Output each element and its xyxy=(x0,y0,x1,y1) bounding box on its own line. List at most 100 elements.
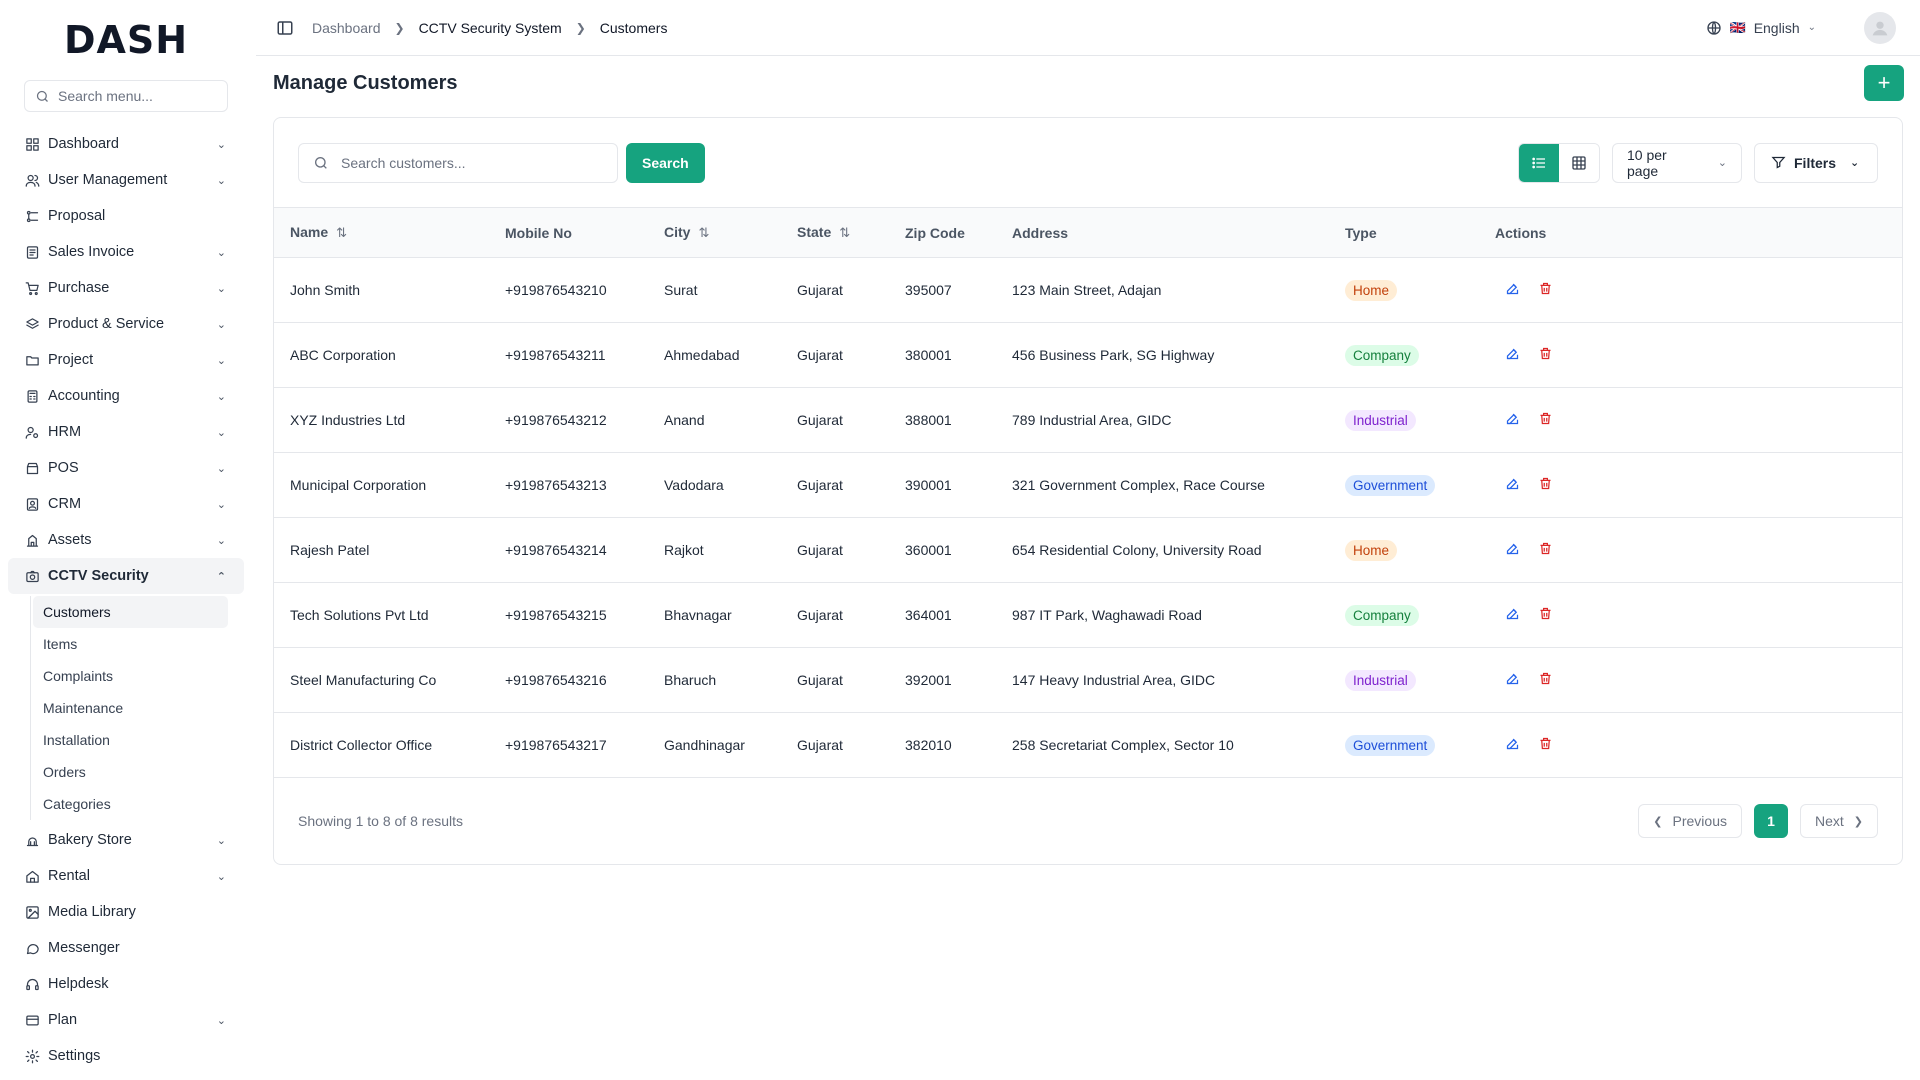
sidebar-item-accounting[interactable]: Accounting ⌄ xyxy=(8,378,244,414)
sidebar-subitem-installation[interactable]: Installation xyxy=(33,724,228,756)
breadcrumb-cctv[interactable]: CCTV Security System xyxy=(419,20,562,36)
home-icon xyxy=(24,868,40,884)
sidebar-item-helpdesk[interactable]: Helpdesk xyxy=(8,966,244,1002)
cell-type: Industrial xyxy=(1329,648,1479,713)
sidebar-item-pos[interactable]: POS ⌄ xyxy=(8,450,244,486)
edit-icon[interactable] xyxy=(1505,281,1520,299)
layers-icon xyxy=(24,316,40,332)
sidebar-subitem-complaints[interactable]: Complaints xyxy=(33,660,228,692)
sidebar-item-proposal[interactable]: Proposal xyxy=(8,198,244,234)
chevron-up-icon: ⌃ xyxy=(216,570,226,583)
cell-type: Company xyxy=(1329,323,1479,388)
col-address: Address xyxy=(996,208,1329,258)
cell-zip: 364001 xyxy=(905,607,952,623)
per-page-value: 10 per page xyxy=(1627,146,1667,179)
sidebar-item-dashboard[interactable]: Dashboard ⌄ xyxy=(8,126,244,162)
edit-icon[interactable] xyxy=(1505,411,1520,429)
sidebar-item-media-library[interactable]: Media Library xyxy=(8,894,244,930)
sidebar-toggle-icon[interactable] xyxy=(276,19,294,37)
sidebar-subitem-orders[interactable]: Orders xyxy=(33,756,228,788)
language-selector[interactable]: 🇬🇧 English ⌄ xyxy=(1706,20,1816,36)
sort-icon[interactable]: ⇅ xyxy=(336,225,347,240)
edit-icon[interactable] xyxy=(1505,736,1520,754)
edit-icon[interactable] xyxy=(1505,346,1520,364)
edit-icon[interactable] xyxy=(1505,541,1520,559)
cell-city: Bhavnagar xyxy=(664,607,732,623)
bakery-icon xyxy=(24,832,40,848)
delete-icon[interactable] xyxy=(1538,411,1553,429)
sort-icon[interactable]: ⇅ xyxy=(698,225,709,240)
delete-icon[interactable] xyxy=(1538,671,1553,689)
sidebar-subitem-categories[interactable]: Categories xyxy=(33,788,228,820)
chevron-right-icon: ❯ xyxy=(575,20,586,35)
delete-icon[interactable] xyxy=(1538,281,1553,299)
col-mobile-label: Mobile No xyxy=(505,224,572,241)
list-view-button[interactable] xyxy=(1519,143,1559,182)
delete-icon[interactable] xyxy=(1538,476,1553,494)
edit-icon[interactable] xyxy=(1505,476,1520,494)
sidebar-item-crm[interactable]: CRM ⌄ xyxy=(8,486,244,522)
sidebar-item-assets[interactable]: Assets ⌄ xyxy=(8,522,244,558)
sidebar-item-label: Purchase xyxy=(48,280,110,296)
customer-search-input[interactable]: Search customers... xyxy=(298,142,618,183)
sidebar-item-settings[interactable]: Settings xyxy=(8,1038,244,1074)
sidebar-item-sales-invoice[interactable]: Sales Invoice ⌄ xyxy=(8,234,244,270)
sidebar-item-plan[interactable]: Plan ⌄ xyxy=(8,1002,244,1038)
sidebar-item-cctv-security[interactable]: CCTV Security ⌃ xyxy=(8,558,244,594)
avatar[interactable] xyxy=(1864,11,1896,44)
cell-city: Vadodara xyxy=(664,477,724,493)
chevron-down-icon: ⌄ xyxy=(1850,157,1860,169)
col-name[interactable]: Name ⇅ xyxy=(274,208,489,258)
chevron-down-icon: ⌄ xyxy=(216,870,226,883)
sidebar-item-label: Dashboard xyxy=(48,136,119,152)
sidebar-item-product-service[interactable]: Product & Service ⌄ xyxy=(8,306,244,342)
sidebar-search[interactable]: Search menu... xyxy=(24,80,228,112)
edit-icon[interactable] xyxy=(1505,671,1520,689)
sidebar-item-user-management[interactable]: User Management ⌄ xyxy=(8,162,244,198)
sidebar-item-label: Rental xyxy=(48,868,90,884)
previous-button[interactable]: ❮ Previous xyxy=(1638,804,1742,838)
sidebar-item-purchase[interactable]: Purchase ⌄ xyxy=(8,270,244,306)
sidebar: DASH Search menu... Dashboard ⌄ User Manag… xyxy=(0,0,252,1080)
page-button-1[interactable]: 1 xyxy=(1753,804,1788,838)
sidebar-item-rental[interactable]: Rental ⌄ xyxy=(8,858,244,894)
grid-view-button[interactable] xyxy=(1559,143,1599,182)
chevron-right-icon: ❯ xyxy=(394,20,405,35)
type-badge: Government xyxy=(1345,734,1436,756)
next-button[interactable]: Next ❯ xyxy=(1799,804,1878,838)
filters-button[interactable]: Filters ⌄ xyxy=(1754,142,1878,183)
edit-icon[interactable] xyxy=(1505,606,1520,624)
delete-icon[interactable] xyxy=(1538,606,1553,624)
sidebar-subitem-items[interactable]: Items xyxy=(33,628,228,660)
sidebar-item-messenger[interactable]: Messenger xyxy=(8,930,244,966)
globe-icon xyxy=(1706,20,1721,35)
cell-address: 456 Business Park, SG Highway xyxy=(1012,347,1215,363)
breadcrumb-dashboard[interactable]: Dashboard xyxy=(312,20,381,36)
delete-icon[interactable] xyxy=(1538,736,1553,754)
search-button[interactable]: Search xyxy=(626,142,705,183)
table-row: Tech Solutions Pvt Ltd +919876543215 Bhavn… xyxy=(274,583,1902,648)
col-city[interactable]: City ⇅ xyxy=(648,208,781,258)
app-logo[interactable]: DASH xyxy=(0,0,252,80)
col-state[interactable]: State ⇅ xyxy=(781,208,889,258)
sidebar-item-bakery-store[interactable]: Bakery Store ⌄ xyxy=(8,822,244,858)
per-page-select[interactable]: 10 per page ⌄ xyxy=(1612,142,1742,183)
cell-city: Gandhinagar xyxy=(664,737,745,753)
sidebar-subitem-maintenance[interactable]: Maintenance xyxy=(33,692,228,724)
chevron-down-icon: ⌄ xyxy=(216,246,226,259)
cell-name: XYZ Industries Ltd xyxy=(290,412,406,428)
sort-icon[interactable]: ⇅ xyxy=(839,225,850,240)
sidebar-subitem-customers[interactable]: Customers xyxy=(33,596,228,628)
sidebar-item-project[interactable]: Project ⌄ xyxy=(8,342,244,378)
delete-icon[interactable] xyxy=(1538,346,1553,364)
cell-type: Home xyxy=(1329,258,1479,323)
message-icon xyxy=(24,940,40,956)
sidebar-item-hrm[interactable]: HRM ⌄ xyxy=(8,414,244,450)
delete-icon[interactable] xyxy=(1538,541,1553,559)
col-type: Type xyxy=(1329,208,1479,258)
type-badge: Industrial xyxy=(1345,669,1416,691)
add-customer-button[interactable]: + xyxy=(1864,65,1904,101)
col-mobile: Mobile No xyxy=(489,208,648,258)
cell-city: Surat xyxy=(664,282,698,298)
cell-type: Industrial xyxy=(1329,388,1479,453)
